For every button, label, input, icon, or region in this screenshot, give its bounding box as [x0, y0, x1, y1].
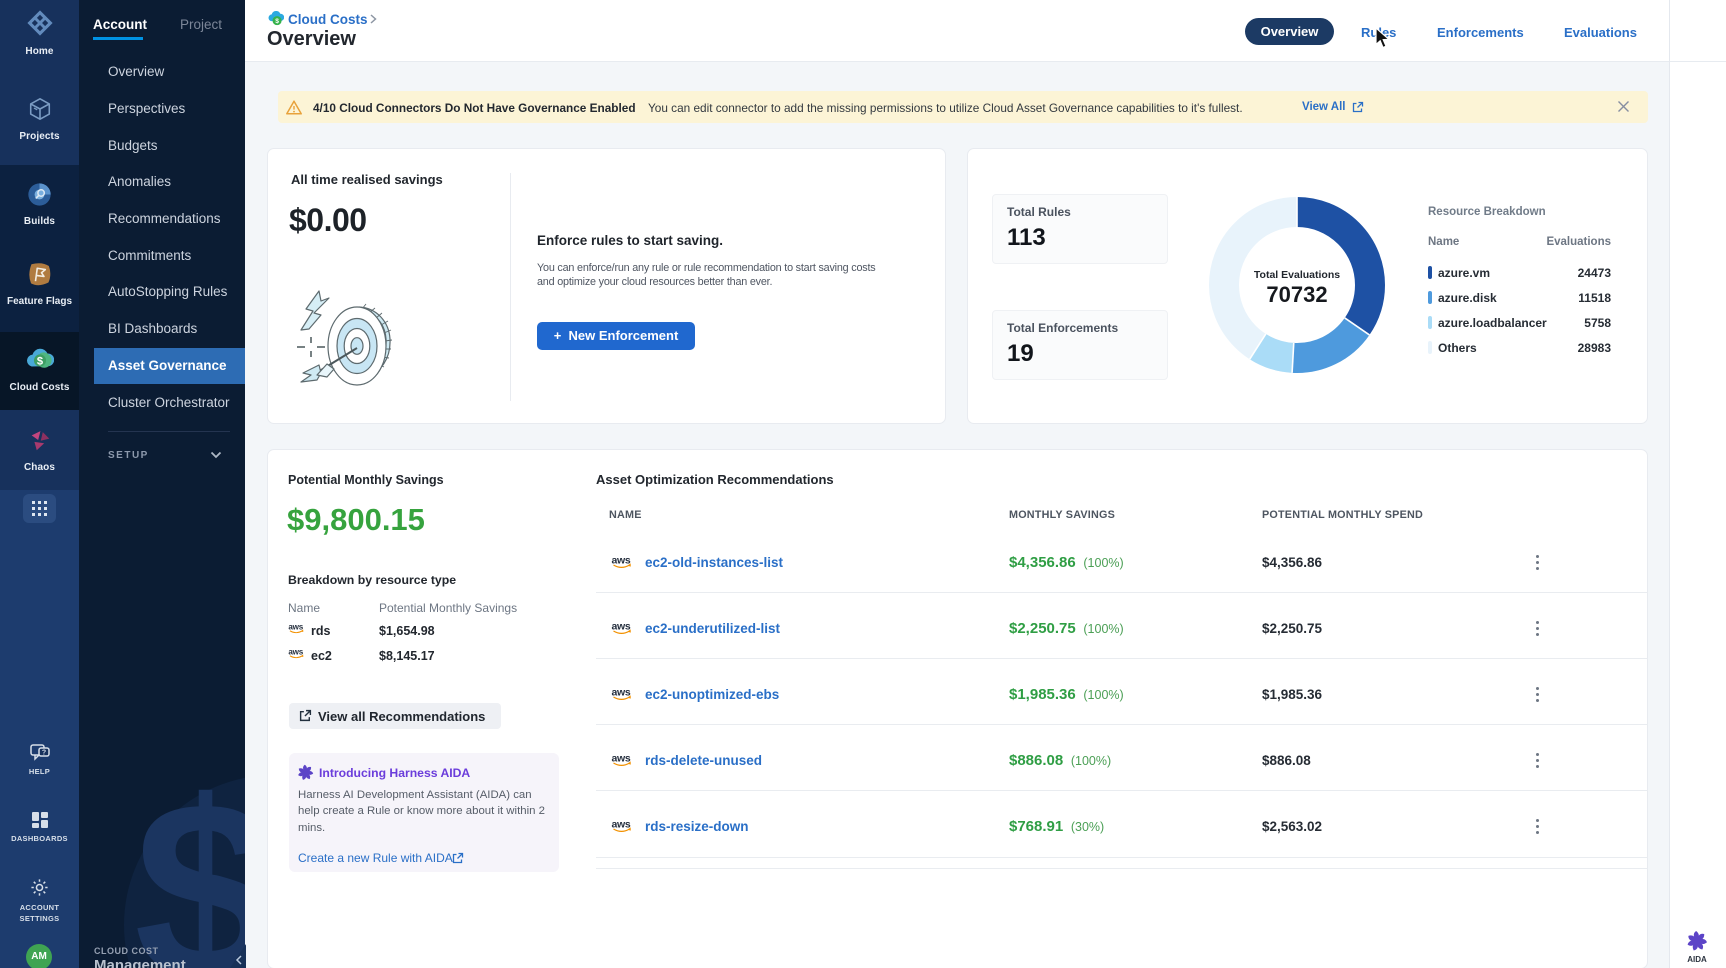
svg-text:aws: aws — [612, 555, 631, 567]
svg-text:Total Evaluations: Total Evaluations — [1254, 269, 1340, 281]
svg-text:aws: aws — [612, 687, 631, 699]
svg-text:$: $ — [36, 356, 43, 368]
svg-text:70732: 70732 — [1266, 282, 1327, 307]
svg-text:aws: aws — [612, 753, 631, 765]
svg-text:aws: aws — [612, 819, 631, 831]
svg-text:aws: aws — [612, 621, 631, 633]
svg-text:aws: aws — [288, 623, 303, 632]
svg-text:$: $ — [275, 18, 279, 25]
svg-text:aws: aws — [288, 648, 303, 657]
svg-text:?: ? — [41, 750, 45, 757]
